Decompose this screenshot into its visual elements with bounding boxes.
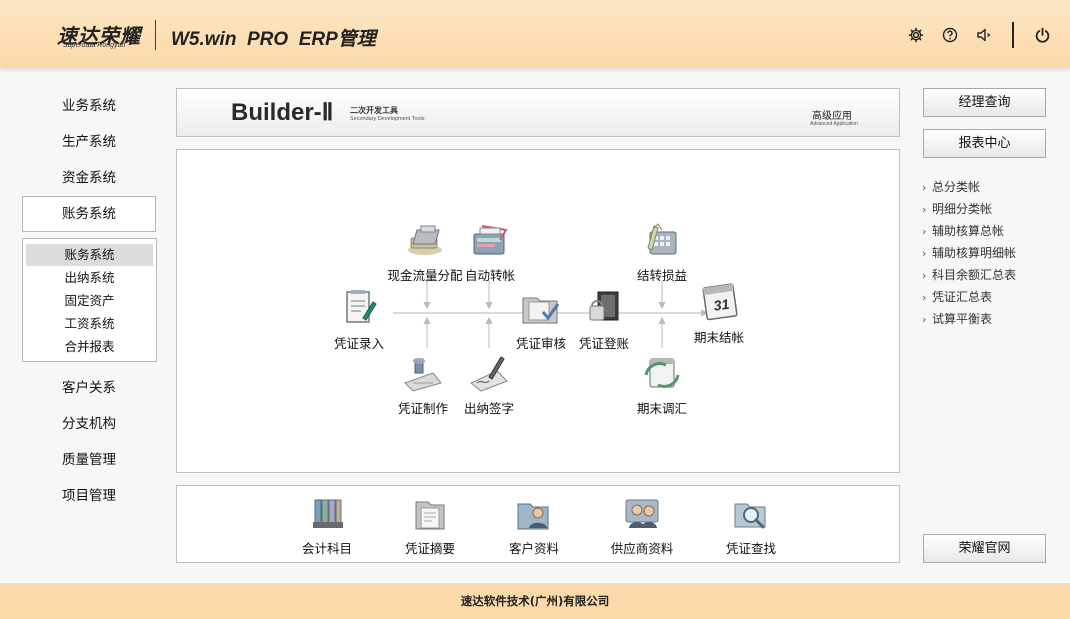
submenu-item-payroll[interactable]: 工资系统 [26, 313, 153, 335]
chevron-right-icon: › [922, 313, 927, 326]
binders-icon [313, 499, 343, 528]
header-bar: 速达荣耀 Superdata Rongyao W5.win PRO ERP管理 [0, 0, 1070, 68]
tool-customers[interactable]: 客户资料 [489, 496, 579, 557]
node-voucher-entry[interactable]: 凭证录入 [317, 288, 401, 352]
link-general-ledger[interactable]: › 总分类帐 [922, 178, 980, 195]
node-auto-transfer[interactable]: 自动转帐 [448, 220, 532, 284]
customer-folder-icon [517, 503, 549, 530]
submenu-item-accounting[interactable]: 账务系统 [26, 244, 153, 266]
app-title: W5.win PRO ERP管理 [171, 29, 376, 50]
help-icon[interactable] [941, 26, 959, 44]
gear-icon[interactable] [907, 26, 925, 44]
folder-docs-icon [415, 501, 445, 530]
link-balance-summary[interactable]: › 科目余额汇总表 [922, 266, 1016, 283]
svg-text:31: 31 [713, 296, 731, 314]
builder-title: Builder-Ⅱ [231, 99, 334, 126]
header-divider [155, 20, 156, 50]
voucher-audit-icon [522, 297, 560, 324]
nav-item-crm[interactable]: 客户关系 [22, 371, 156, 405]
accounting-submenu: 账务系统 出纳系统 固定资产 工资系统 合并报表 [22, 238, 157, 362]
chevron-right-icon: › [922, 291, 927, 304]
accounting-flow-panel: 现金流量分配 自动转帐 结转损益 凭证录入 凭证审核 凭证登账 31 期末结帐 … [176, 149, 900, 473]
chevron-right-icon: › [922, 225, 927, 238]
node-cashier-sign[interactable]: 出纳签字 [447, 353, 531, 417]
nav-item-funds[interactable]: 资金系统 [22, 161, 156, 195]
footer-company: 速达软件技术(广州)有限公司 [0, 583, 1070, 619]
logo-subtext: Superdata Rongyao [63, 42, 126, 49]
link-trial-balance[interactable]: › 试算平衡表 [922, 310, 992, 327]
voucher-entry-icon [346, 290, 377, 323]
node-period-close[interactable]: 31 期末结帐 [677, 282, 761, 346]
search-folder-icon [734, 503, 766, 529]
chevron-right-icon: › [922, 203, 927, 216]
cashier-sign-icon [470, 356, 508, 392]
auto-transfer-icon [473, 225, 508, 255]
chevron-right-icon: › [922, 181, 927, 194]
nav-item-accounting[interactable]: 账务系统 [22, 196, 156, 232]
advanced-app-label: 高级应用 [812, 111, 852, 122]
link-aux-ledger[interactable]: › 辅助核算总帐 [922, 222, 1004, 239]
tool-voucher-summary[interactable]: 凭证摘要 [385, 496, 475, 557]
submenu-item-consolidated[interactable]: 合并报表 [26, 336, 153, 358]
report-center-button[interactable]: 报表中心 [923, 129, 1046, 158]
sound-icon[interactable] [975, 26, 993, 44]
supplier-icon [625, 499, 659, 528]
voucher-make-icon [404, 358, 442, 392]
tool-accounts[interactable]: 会计科目 [282, 496, 372, 557]
official-site-button[interactable]: 荣耀官网 [923, 534, 1046, 563]
exchange-adjust-icon [644, 358, 680, 388]
advanced-app-label-en: Advanced Application [810, 121, 858, 127]
builder-banner[interactable]: Builder-Ⅱ 二次开发工具 Secondary Development T… [176, 88, 900, 137]
link-detail-ledger[interactable]: › 明细分类帐 [922, 200, 992, 217]
voucher-posting-icon [589, 291, 619, 321]
nav-item-quality[interactable]: 质量管理 [22, 443, 156, 477]
nav-item-production[interactable]: 生产系统 [22, 125, 156, 159]
tool-suppliers[interactable]: 供应商资料 [597, 496, 687, 557]
node-voucher-posting[interactable]: 凭证登账 [562, 288, 646, 352]
node-profit-loss[interactable]: 结转损益 [620, 220, 704, 284]
submenu-item-fixed-assets[interactable]: 固定资产 [26, 290, 153, 312]
tool-voucher-search[interactable]: 凭证查找 [706, 496, 796, 557]
link-aux-detail[interactable]: › 辅助核算明细帐 [922, 244, 1016, 261]
node-exchange-adjust[interactable]: 期末调汇 [620, 353, 704, 417]
nav-item-business[interactable]: 业务系统 [22, 89, 156, 123]
calendar-icon: 31 [702, 283, 738, 321]
chevron-right-icon: › [922, 247, 927, 260]
nav-item-branches[interactable]: 分支机构 [22, 407, 156, 441]
submenu-item-cashier[interactable]: 出纳系统 [26, 267, 153, 289]
nav-item-projects[interactable]: 项目管理 [22, 479, 156, 513]
manager-query-button[interactable]: 经理查询 [923, 88, 1046, 117]
quick-tools-bar: 会计科目 凭证摘要 客户资料 供应商资料 凭证查找 [176, 485, 900, 563]
builder-subtitle-en: Secondary Development Tools [350, 116, 425, 122]
builder-subtitle: 二次开发工具 [350, 106, 398, 115]
cash-flow-icon [408, 225, 442, 255]
header-icon-divider [1012, 22, 1014, 48]
power-icon[interactable] [1033, 26, 1051, 44]
link-voucher-summary[interactable]: › 凭证汇总表 [922, 288, 992, 305]
chevron-right-icon: › [922, 269, 927, 282]
profit-loss-icon [647, 223, 677, 255]
